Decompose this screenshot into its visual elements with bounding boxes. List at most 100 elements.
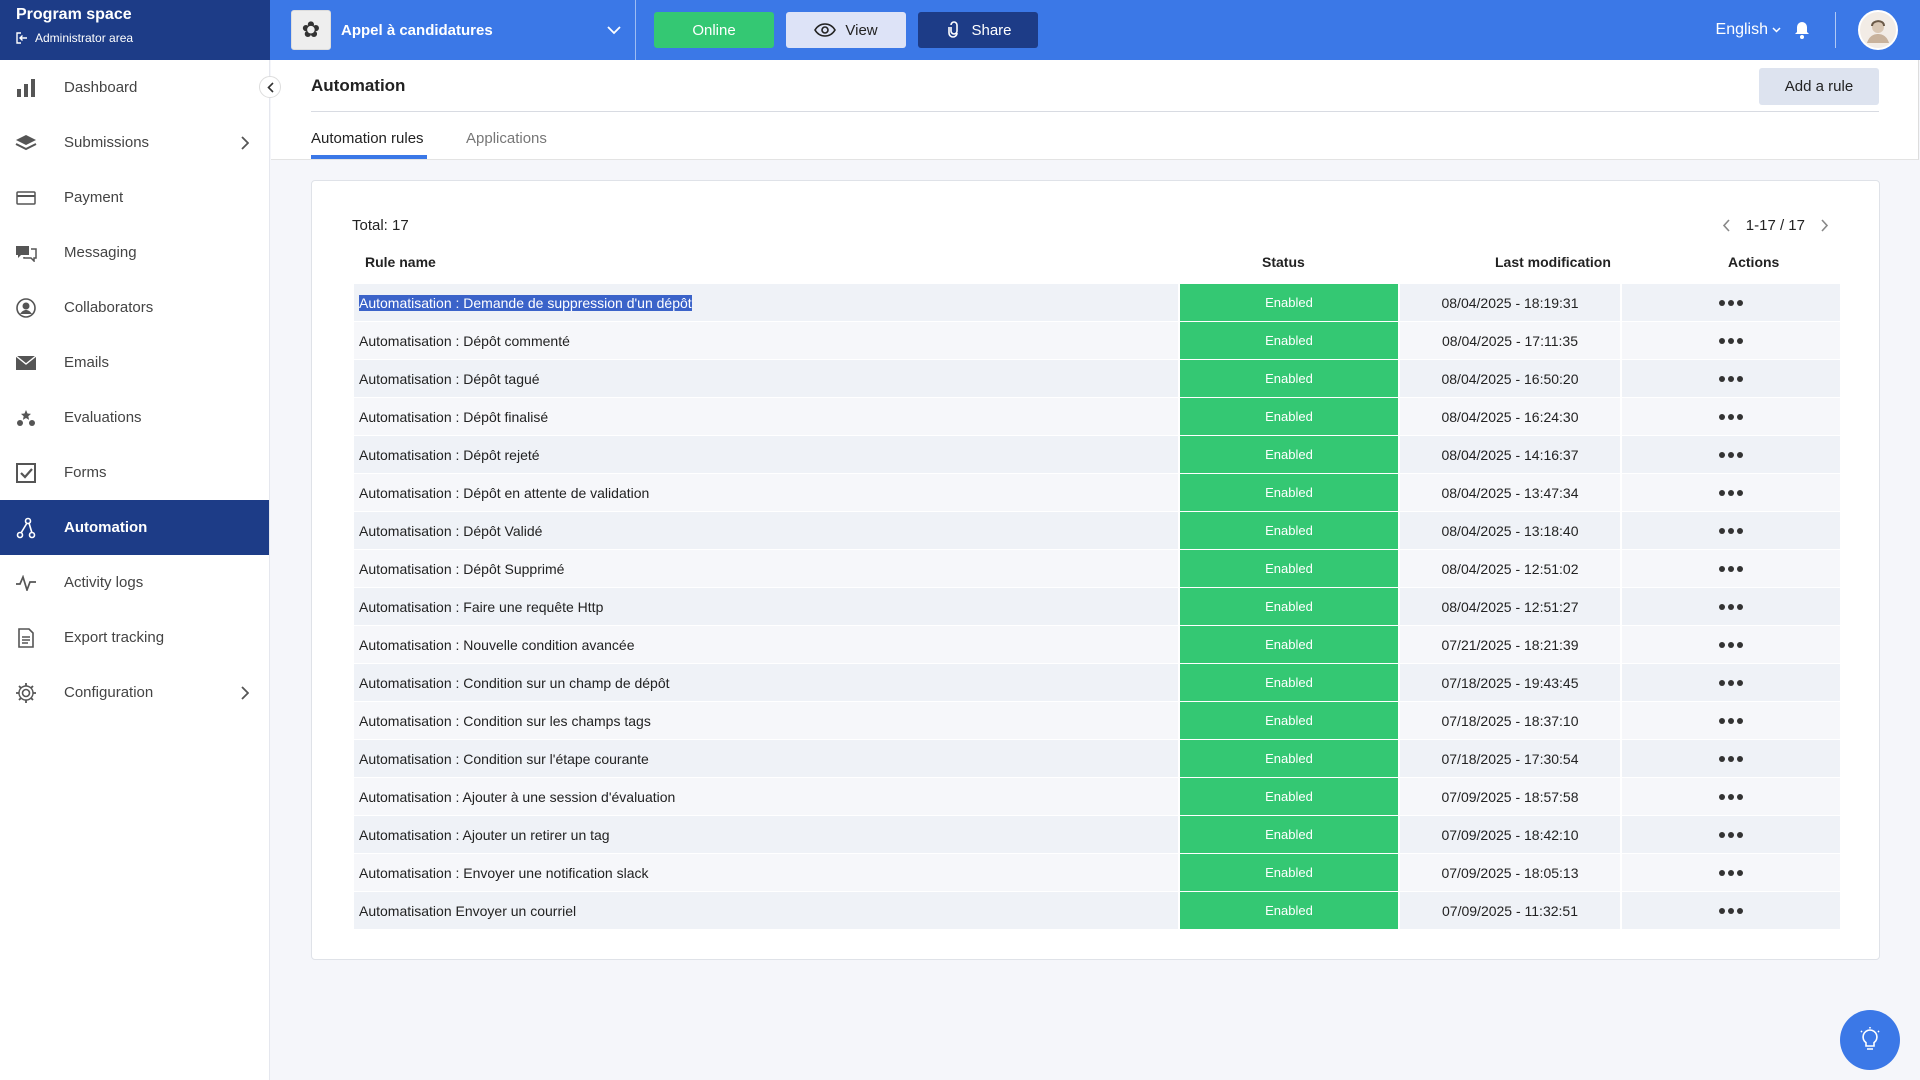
- table-row[interactable]: Automatisation : Ajouter un retirer un t…: [354, 816, 1840, 854]
- sidebar-item-emails[interactable]: Emails: [0, 335, 269, 390]
- table-row[interactable]: Automatisation : Demande de suppression …: [354, 284, 1840, 322]
- table-row[interactable]: Automatisation : Dépôt rejeté Enabled 08/0…: [354, 436, 1840, 474]
- chevron-right-icon[interactable]: [1821, 219, 1829, 232]
- chevron-left-icon[interactable]: [1722, 219, 1730, 232]
- actions-cell: [1622, 816, 1840, 854]
- table-row[interactable]: Automatisation : Dépôt commenté Enabled 08…: [354, 322, 1840, 360]
- more-actions-icon[interactable]: [1719, 489, 1743, 496]
- sidebar-item-collaborators[interactable]: Collaborators: [0, 280, 269, 335]
- rule-name-cell[interactable]: Automatisation : Dépôt Supprimé: [354, 550, 1178, 588]
- sidebar-item-label: Forms: [64, 464, 107, 481]
- rule-name: Automatisation : Ajouter un retirer un t…: [359, 826, 610, 843]
- status-badge: Enabled: [1180, 740, 1398, 778]
- more-actions-icon[interactable]: [1719, 299, 1743, 306]
- sidebar-item-payment[interactable]: Payment: [0, 170, 269, 225]
- rule-name-cell[interactable]: Automatisation Envoyer un courriel: [354, 892, 1178, 930]
- rule-name-cell[interactable]: Automatisation : Nouvelle condition avan…: [354, 626, 1178, 664]
- rule-name-cell[interactable]: Automatisation : Condition sur l'étape c…: [354, 740, 1178, 778]
- rule-name-cell[interactable]: Automatisation : Ajouter à une session d…: [354, 778, 1178, 816]
- status-label: Enabled: [1265, 637, 1313, 652]
- sidebar-item-configuration[interactable]: Configuration: [0, 665, 269, 720]
- table-row[interactable]: Automatisation : Dépôt tagué Enabled 08/04…: [354, 360, 1840, 398]
- rule-name-cell[interactable]: Automatisation : Demande de suppression …: [354, 284, 1178, 322]
- more-actions-icon[interactable]: [1719, 831, 1743, 838]
- rule-name-cell[interactable]: Automatisation : Dépôt finalisé: [354, 398, 1178, 436]
- actions-cell: [1622, 322, 1840, 360]
- view-label: View: [845, 21, 878, 39]
- more-actions-icon[interactable]: [1719, 527, 1743, 534]
- table-row[interactable]: Automatisation : Dépôt finalisé Enabled 08…: [354, 398, 1840, 436]
- more-actions-icon[interactable]: [1719, 413, 1743, 420]
- last-modification: 08/04/2025 - 13:18:40: [1441, 522, 1579, 539]
- program-selector[interactable]: ✿ Appel à candidatures: [291, 0, 636, 60]
- table-row[interactable]: Automatisation : Ajouter à une session d…: [354, 778, 1840, 816]
- more-actions-icon[interactable]: [1719, 375, 1743, 382]
- rule-name-cell[interactable]: Automatisation : Ajouter un retirer un t…: [354, 816, 1178, 854]
- total-count: Total: 17: [352, 217, 409, 234]
- tab-label: Applications: [466, 130, 547, 147]
- add-rule-button[interactable]: Add a rule: [1759, 68, 1879, 105]
- actions-cell: [1622, 778, 1840, 816]
- status-badge: Enabled: [1180, 550, 1398, 588]
- last-modification-cell: 08/04/2025 - 17:11:35: [1400, 322, 1620, 360]
- rule-name-cell[interactable]: Automatisation : Condition sur les champ…: [354, 702, 1178, 740]
- sidebar-item-evaluations[interactable]: Evaluations: [0, 390, 269, 445]
- last-modification: 07/18/2025 - 19:43:45: [1441, 674, 1579, 691]
- table-row[interactable]: Automatisation : Dépôt en attente de val…: [354, 474, 1840, 512]
- more-actions-icon[interactable]: [1719, 717, 1743, 724]
- rule-name-cell[interactable]: Automatisation : Dépôt Validé: [354, 512, 1178, 550]
- rule-name-cell[interactable]: Automatisation : Dépôt rejeté: [354, 436, 1178, 474]
- sidebar-item-messaging[interactable]: Messaging: [0, 225, 269, 280]
- more-actions-icon[interactable]: [1719, 793, 1743, 800]
- status-badge: Enabled: [1180, 360, 1398, 398]
- administrator-area-link[interactable]: Administrator area: [16, 31, 270, 45]
- share-button[interactable]: Share: [918, 12, 1038, 48]
- more-actions-icon[interactable]: [1719, 603, 1743, 610]
- chat-bubbles-icon: [14, 241, 38, 265]
- table-row[interactable]: Automatisation : Dépôt Validé Enabled 08/0…: [354, 512, 1840, 550]
- rule-name-cell[interactable]: Automatisation : Faire une requête Http: [354, 588, 1178, 626]
- sidebar-item-forms[interactable]: Forms: [0, 445, 269, 500]
- online-button[interactable]: Online: [654, 12, 774, 48]
- tab-applications[interactable]: Applications: [466, 130, 547, 147]
- rule-name-cell[interactable]: Automatisation : Dépôt commenté: [354, 322, 1178, 360]
- table-row[interactable]: Automatisation : Condition sur les champ…: [354, 702, 1840, 740]
- more-actions-icon[interactable]: [1719, 755, 1743, 762]
- last-modification: 08/04/2025 - 13:47:34: [1441, 484, 1579, 501]
- sidebar-item-submissions[interactable]: Submissions: [0, 115, 269, 170]
- rule-name-cell[interactable]: Automatisation : Dépôt tagué: [354, 360, 1178, 398]
- user-menu[interactable]: [1836, 10, 1920, 50]
- rule-name-cell[interactable]: Automatisation : Dépôt en attente de val…: [354, 474, 1178, 512]
- table-row[interactable]: Automatisation : Condition sur l'étape c…: [354, 740, 1840, 778]
- view-button[interactable]: View: [786, 12, 906, 48]
- table-row[interactable]: Automatisation : Nouvelle condition avan…: [354, 626, 1840, 664]
- more-actions-icon[interactable]: [1719, 641, 1743, 648]
- notifications-button[interactable]: [1793, 20, 1811, 40]
- sidebar-item-automation[interactable]: Automation: [0, 500, 269, 555]
- sidebar-item-export-tracking[interactable]: Export tracking: [0, 610, 269, 665]
- rule-name: Automatisation : Dépôt commenté: [359, 332, 570, 349]
- more-actions-icon[interactable]: [1719, 679, 1743, 686]
- sidebar-item-activity-logs[interactable]: Activity logs: [0, 555, 269, 610]
- table-row[interactable]: Automatisation : Dépôt Supprimé Enabled 08…: [354, 550, 1840, 588]
- more-actions-icon[interactable]: [1719, 337, 1743, 344]
- table-row[interactable]: Automatisation Envoyer un courriel Enable…: [354, 892, 1840, 930]
- last-modification-cell: 07/09/2025 - 18:42:10: [1400, 816, 1620, 854]
- help-button[interactable]: [1840, 1010, 1900, 1070]
- table-row[interactable]: Automatisation : Faire une requête Http E…: [354, 588, 1840, 626]
- last-modification: 07/21/2025 - 18:21:39: [1441, 636, 1579, 653]
- more-actions-icon[interactable]: [1719, 565, 1743, 572]
- rule-name-cell[interactable]: Automatisation : Envoyer une notificatio…: [354, 854, 1178, 892]
- tab-automation-rules[interactable]: Automation rules: [311, 130, 424, 147]
- language-selector[interactable]: English: [1716, 21, 1781, 39]
- more-actions-icon[interactable]: [1719, 869, 1743, 876]
- rule-name-cell[interactable]: Automatisation : Condition sur un champ …: [354, 664, 1178, 702]
- sidebar-item-dashboard[interactable]: Dashboard: [0, 60, 269, 115]
- table-row[interactable]: Automatisation : Envoyer une notificatio…: [354, 854, 1840, 892]
- table-row[interactable]: Automatisation : Condition sur un champ …: [354, 664, 1840, 702]
- stars-icon: [14, 406, 38, 430]
- sidebar-collapse-button[interactable]: [259, 76, 281, 98]
- more-actions-icon[interactable]: [1719, 907, 1743, 914]
- more-actions-icon[interactable]: [1719, 451, 1743, 458]
- layers-icon: [14, 131, 38, 155]
